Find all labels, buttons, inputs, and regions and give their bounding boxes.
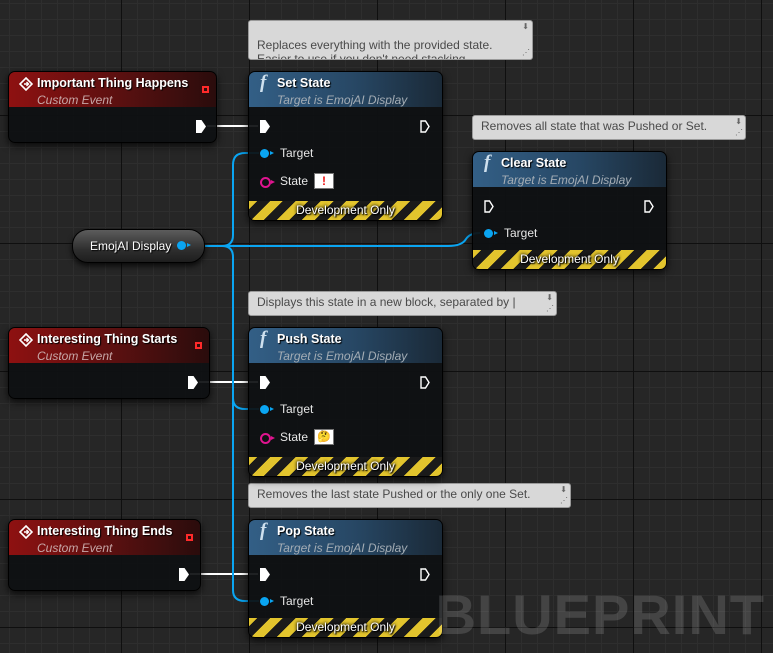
target-pin[interactable] xyxy=(260,405,274,414)
comment-set-state[interactable]: Replaces everything with the provided st… xyxy=(248,20,533,60)
exec-out-pin[interactable] xyxy=(188,376,198,389)
state-value-box[interactable]: ! xyxy=(314,173,334,189)
exec-out-pin[interactable] xyxy=(196,120,206,133)
function-subtitle: Target is EmojAI Display xyxy=(277,349,408,363)
event-title: Interesting Thing Ends xyxy=(37,524,173,538)
variable-output-pin[interactable] xyxy=(177,241,191,250)
target-pin[interactable] xyxy=(260,149,274,158)
event-title: Important Thing Happens xyxy=(37,76,189,90)
exec-out-pin[interactable] xyxy=(179,568,189,581)
state-value-box[interactable]: 🤔 xyxy=(314,429,334,445)
comment-text: Replaces everything with the provided st… xyxy=(257,38,493,60)
comment-clear-state[interactable]: Removes all state that was Pushed or Set… xyxy=(472,115,746,140)
comment-push-state[interactable]: Displays this state in a new block, sepa… xyxy=(248,291,557,316)
function-title: Clear State xyxy=(501,156,567,170)
comment-text: Displays this state in a new block, sepa… xyxy=(257,295,516,309)
delegate-pin[interactable] xyxy=(186,534,193,541)
comment-text: Removes all state that was Pushed or Set… xyxy=(481,119,708,133)
event-header: Interesting Thing Ends Custom Event xyxy=(9,520,200,555)
development-only-label: Development Only xyxy=(296,459,395,473)
delegate-pin[interactable] xyxy=(202,86,209,93)
function-header: f Push State Target is EmojAI Display xyxy=(249,328,442,363)
function-node-clear-state[interactable]: f Clear State Target is EmojAI Display T… xyxy=(472,151,667,270)
function-subtitle: Target is EmojAI Display xyxy=(501,173,632,187)
function-subtitle: Target is EmojAI Display xyxy=(277,541,408,555)
variable-label: EmojAI Display xyxy=(90,239,172,253)
function-title: Push State xyxy=(277,332,342,346)
function-icon: f xyxy=(260,72,267,93)
event-header: Interesting Thing Starts Custom Event xyxy=(9,328,209,363)
event-node-important-thing-happens[interactable]: Important Thing Happens Custom Event xyxy=(8,71,217,143)
function-icon: f xyxy=(260,328,267,349)
exec-out-pin[interactable] xyxy=(420,120,430,133)
development-only-bar: Development Only xyxy=(249,618,442,637)
event-title: Interesting Thing Starts xyxy=(37,332,178,346)
event-diamond-icon xyxy=(19,77,33,91)
event-subtitle: Custom Event xyxy=(37,541,113,555)
state-label: State xyxy=(280,174,309,188)
function-node-push-state[interactable]: f Push State Target is EmojAI Display Ta… xyxy=(248,327,443,477)
object-wire-clear xyxy=(203,232,481,247)
exec-out-pin[interactable] xyxy=(420,568,430,581)
function-icon: f xyxy=(260,520,267,541)
exec-out-pin[interactable] xyxy=(644,200,654,213)
function-title: Pop State xyxy=(277,524,335,538)
event-diamond-icon xyxy=(19,333,33,347)
resize-grip-icon[interactable]: ⋰ xyxy=(735,129,743,137)
state-pin[interactable] xyxy=(260,177,275,188)
function-header: f Set State Target is EmojAI Display xyxy=(249,72,442,107)
function-title: Set State xyxy=(277,76,331,90)
target-label: Target xyxy=(280,594,314,608)
comment-text: Removes the last state Pushed or the onl… xyxy=(257,487,531,501)
resize-grip-icon[interactable]: ⋰ xyxy=(560,497,568,505)
exec-in-pin[interactable] xyxy=(484,200,494,213)
event-node-interesting-thing-ends[interactable]: Interesting Thing Ends Custom Event xyxy=(8,519,201,591)
function-subtitle: Target is EmojAI Display xyxy=(277,93,408,107)
function-node-pop-state[interactable]: f Pop State Target is EmojAI Display Tar… xyxy=(248,519,443,638)
target-pin[interactable] xyxy=(260,597,274,606)
event-subtitle: Custom Event xyxy=(37,93,113,107)
delegate-pin[interactable] xyxy=(195,342,202,349)
exec-in-pin[interactable] xyxy=(260,376,270,389)
development-only-bar: Development Only xyxy=(249,457,442,476)
pin-icon[interactable]: ⬇ xyxy=(560,486,567,494)
resize-grip-icon[interactable]: ⋰ xyxy=(522,49,530,57)
event-diamond-icon xyxy=(19,525,33,539)
development-only-bar: Development Only xyxy=(249,201,442,220)
function-icon: f xyxy=(484,152,491,173)
pin-icon[interactable]: ⬇ xyxy=(522,23,529,31)
blueprint-watermark: BLUEPRINT xyxy=(435,583,765,646)
resize-grip-icon[interactable]: ⋰ xyxy=(546,305,554,313)
target-label: Target xyxy=(280,402,314,416)
state-label: State xyxy=(280,430,309,444)
function-header: f Pop State Target is EmojAI Display xyxy=(249,520,442,555)
target-label: Target xyxy=(280,146,314,160)
event-node-interesting-thing-starts[interactable]: Interesting Thing Starts Custom Event xyxy=(8,327,210,399)
variable-node-emojai-display[interactable]: EmojAI Display xyxy=(72,229,205,263)
exec-in-pin[interactable] xyxy=(260,120,270,133)
exec-in-pin[interactable] xyxy=(260,568,270,581)
development-only-label: Development Only xyxy=(296,203,395,217)
development-only-label: Development Only xyxy=(296,620,395,634)
development-only-bar: Development Only xyxy=(473,250,666,269)
development-only-label: Development Only xyxy=(520,252,619,266)
pin-icon[interactable]: ⬇ xyxy=(735,118,742,126)
function-node-set-state[interactable]: f Set State Target is EmojAI Display Tar… xyxy=(248,71,443,221)
target-label: Target xyxy=(504,226,538,240)
target-pin[interactable] xyxy=(484,229,498,238)
pin-icon[interactable]: ⬇ xyxy=(546,294,553,302)
exec-out-pin[interactable] xyxy=(420,376,430,389)
event-header: Important Thing Happens Custom Event xyxy=(9,72,216,107)
comment-pop-state[interactable]: Removes the last state Pushed or the onl… xyxy=(248,483,571,508)
event-subtitle: Custom Event xyxy=(37,349,113,363)
state-pin[interactable] xyxy=(260,433,275,444)
function-header: f Clear State Target is EmojAI Display xyxy=(473,152,666,187)
